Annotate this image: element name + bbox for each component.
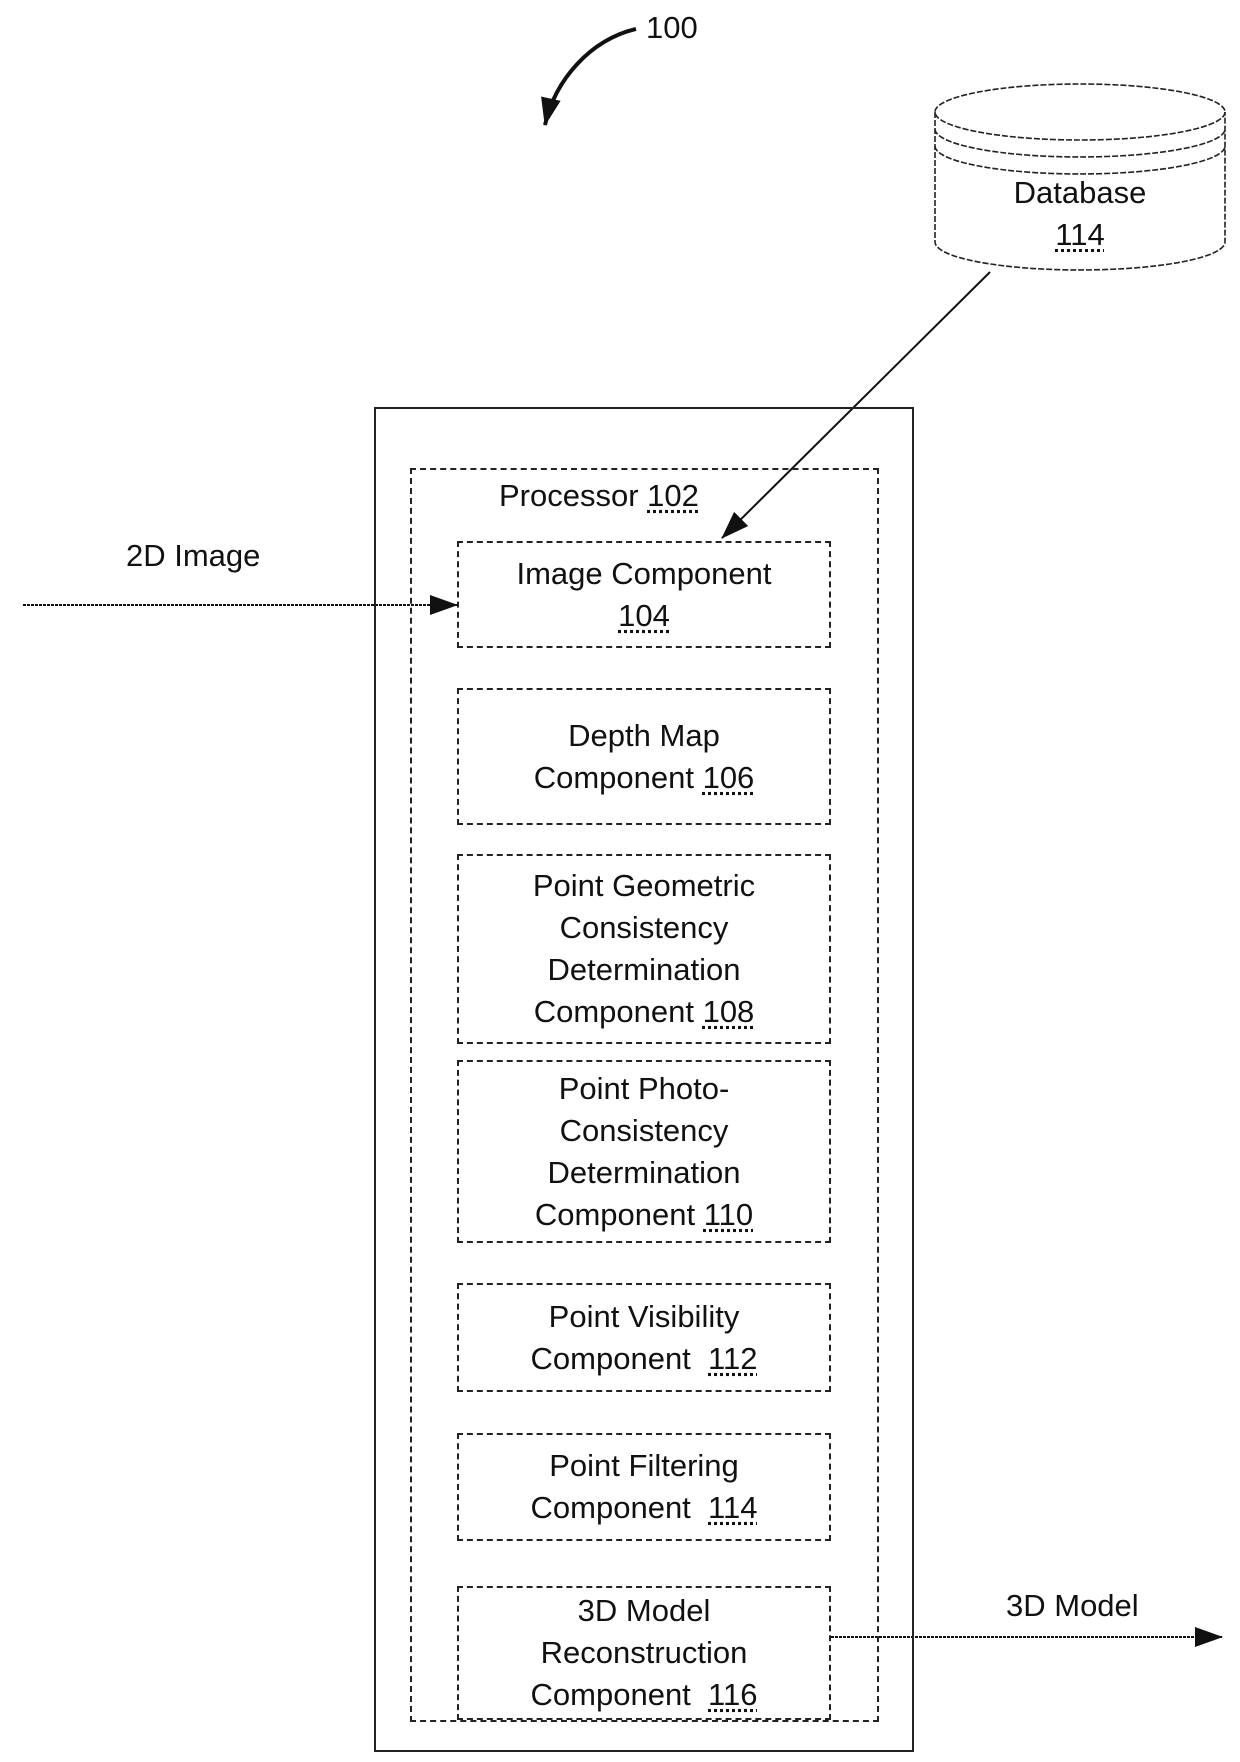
component-line: Point Photo-: [558, 1070, 730, 1106]
output-label: 3D Model: [1006, 1588, 1139, 1623]
component-ref: 104: [618, 597, 670, 633]
component-ref-line: 104: [618, 595, 670, 637]
component-line: Point Filtering: [549, 1448, 739, 1483]
database-label: Database 114: [935, 172, 1225, 256]
processor-label: Processor 102: [499, 478, 699, 514]
component-ref-line: Component 116: [531, 1674, 758, 1716]
processor-ref: 102: [647, 478, 699, 513]
depth-map-component-box: Depth Map Component 106: [457, 688, 831, 825]
component-ref: 106: [702, 759, 755, 795]
component-prefix: Component: [530, 1677, 709, 1712]
figure-reference-arrow: [541, 27, 637, 126]
component-ref: 112: [708, 1340, 758, 1376]
point-filtering-component-box: Point Filtering Component 114: [457, 1433, 831, 1541]
component-prefix: Component: [534, 1196, 704, 1232]
component-ref: 114: [708, 1490, 758, 1525]
database-ref: 114: [1055, 217, 1105, 252]
processor-title: Processor: [499, 478, 639, 513]
database-title: Database: [1013, 175, 1147, 210]
component-prefix: Component: [530, 1490, 709, 1525]
point-geometric-consistency-component-box: Point Geometric Consistency Determination C…: [457, 854, 831, 1044]
component-line: Consistency: [559, 1112, 729, 1148]
component-prefix: Component: [533, 759, 703, 795]
component-prefix: Component: [533, 994, 703, 1029]
component-ref: 116: [708, 1677, 758, 1712]
component-ref-line: Component 106: [534, 757, 755, 799]
component-line: Point Visibility: [548, 1298, 740, 1334]
component-ref: 110: [703, 1196, 754, 1232]
component-line: Point Geometric: [532, 868, 756, 903]
image-component-box: Image Component 104: [457, 541, 831, 648]
component-prefix: Component: [530, 1340, 709, 1376]
point-visibility-component-box: Point Visibility Component 112: [457, 1283, 831, 1392]
point-photo-consistency-component-box: Point Photo- Consistency Determination Comp…: [457, 1060, 831, 1243]
component-ref-line: Component 110: [535, 1194, 753, 1236]
component-ref-line: Component 108: [534, 991, 755, 1033]
figure-reference-numeral: 100: [646, 10, 698, 45]
3d-model-reconstruction-component-box: 3D Model Reconstruction Component 116: [457, 1586, 831, 1720]
component-line: Reconstruction: [540, 1635, 748, 1670]
component-line: Determination: [547, 952, 741, 987]
component-line: Image Component: [516, 555, 772, 591]
component-line: Depth Map: [568, 717, 720, 753]
component-ref: 108: [702, 994, 755, 1029]
component-ref-line: Component 112: [531, 1338, 758, 1380]
component-line: Determination: [547, 1154, 741, 1190]
component-line: Consistency: [559, 910, 729, 945]
input-label: 2D Image: [126, 538, 261, 573]
component-line: 3D Model: [577, 1593, 711, 1628]
component-ref-line: Component 114: [531, 1487, 758, 1529]
